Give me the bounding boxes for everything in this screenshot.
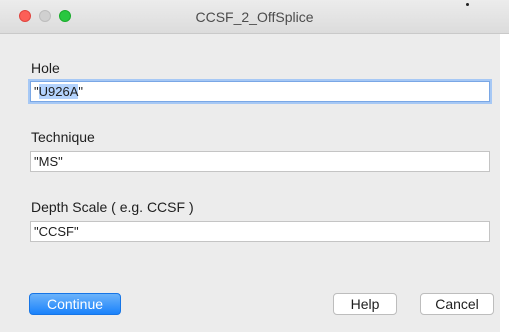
hole-value-prefix: "	[34, 84, 39, 99]
depth-scale-label: Depth Scale ( e.g. CCSF )	[31, 199, 194, 215]
window-title: CCSF_2_OffSplice	[195, 9, 314, 25]
hole-value-selected: U926A	[38, 84, 79, 99]
cancel-button[interactable]: Cancel	[420, 293, 494, 315]
title-bar[interactable]: CCSF_2_OffSplice	[0, 0, 509, 34]
depth-scale-input[interactable]: "CCSF"	[30, 221, 490, 242]
technique-input[interactable]: "MS"	[30, 151, 490, 172]
cursor-dot	[466, 3, 469, 6]
hole-label: Hole	[31, 60, 60, 76]
hole-input[interactable]: "U926A"	[30, 81, 490, 102]
hole-value-suffix: "	[78, 84, 83, 99]
continue-button[interactable]: Continue	[29, 293, 121, 315]
dialog-window: CCSF_2_OffSplice Hole "U926A" Technique …	[0, 0, 509, 332]
help-button[interactable]: Help	[333, 293, 397, 315]
window-edge	[500, 34, 509, 332]
technique-label: Technique	[31, 129, 95, 145]
